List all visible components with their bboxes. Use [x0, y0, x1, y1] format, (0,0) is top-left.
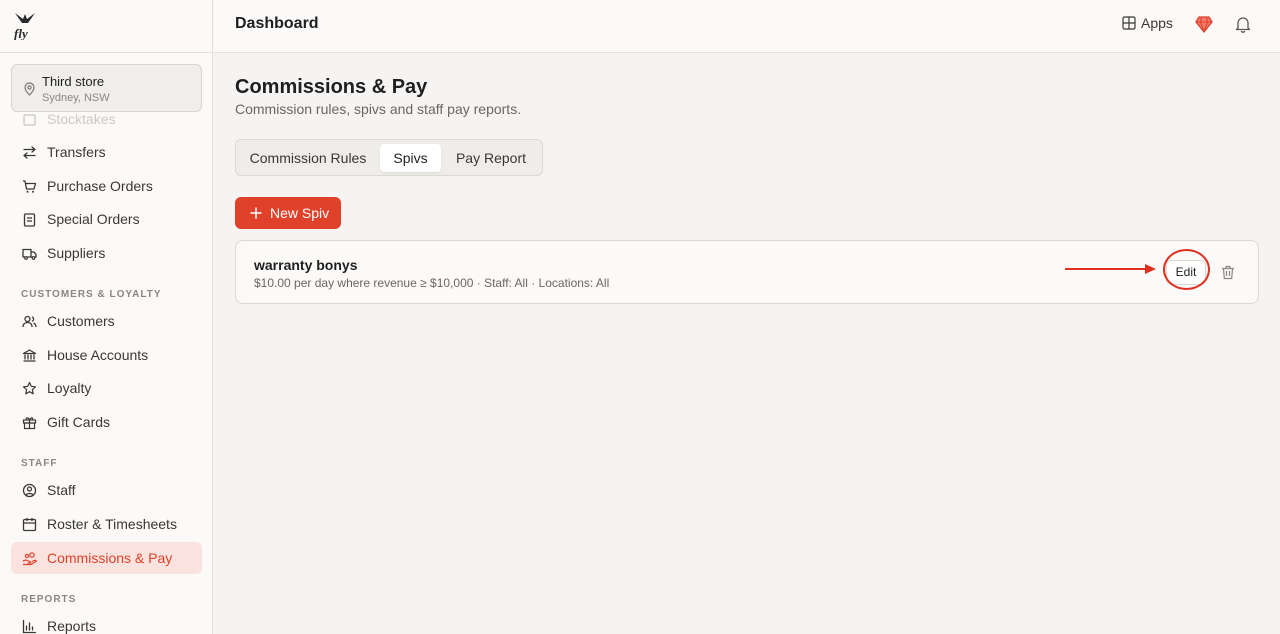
map-pin-icon: [24, 82, 35, 96]
star-icon: [22, 381, 37, 394]
users-icon: [22, 315, 37, 327]
sidebar-item-purchase-orders[interactable]: Purchase Orders: [11, 170, 202, 202]
bank-icon: [22, 348, 37, 362]
sidebar-item-label: Special Orders: [47, 211, 140, 227]
sidebar-item-label: Suppliers: [47, 245, 106, 261]
gem-icon[interactable]: [1195, 15, 1213, 33]
hand-coins-icon: [22, 551, 37, 565]
trash-icon[interactable]: [1221, 265, 1235, 280]
calendar-icon: [22, 517, 37, 531]
sidebar-item-special-orders[interactable]: Special Orders: [11, 203, 202, 235]
annotation-arrow: [1065, 264, 1156, 274]
sidebar-item-transfers[interactable]: Transfers: [11, 136, 202, 168]
clipboard-icon: [23, 212, 36, 227]
sidebar-item-loyalty[interactable]: Loyalty: [11, 372, 202, 404]
tab-bar: Commission Rules Spivs Pay Report: [235, 139, 543, 176]
section-label-staff: STAFF: [21, 458, 58, 469]
sidebar-item-house-accounts[interactable]: House Accounts: [11, 339, 202, 371]
topbar: Dashboard Apps: [214, 0, 1280, 53]
tab-pay-report[interactable]: Pay Report: [445, 144, 537, 172]
tab-commission-rules[interactable]: Commission Rules: [239, 144, 377, 172]
sidebar-item-label: Commissions & Pay: [47, 550, 173, 566]
apps-label: Apps: [1141, 15, 1173, 31]
svg-text:fly: fly: [14, 26, 28, 40]
apps-button[interactable]: Apps: [1122, 15, 1173, 31]
sidebar-item-label: Gift Cards: [47, 414, 111, 430]
spiv-name: warranty bonys: [254, 257, 358, 273]
section-label-reports: REPORTS: [21, 594, 77, 605]
sidebar-item-roster-timesheets[interactable]: Roster & Timesheets: [11, 508, 202, 540]
user-circle-icon: [22, 483, 37, 497]
main-content: Commissions & Pay Commission rules, spiv…: [214, 54, 1280, 634]
new-spiv-button[interactable]: New Spiv: [235, 197, 341, 229]
sidebar-item-label: Transfers: [47, 144, 106, 160]
edit-spiv-button[interactable]: Edit: [1166, 260, 1206, 285]
sidebar-item-label: Loyalty: [47, 380, 92, 396]
sidebar-item-label: Customers: [47, 313, 115, 329]
new-spiv-label: New Spiv: [270, 205, 330, 221]
transfer-arrows-icon: [23, 145, 36, 159]
section-label-customers: CUSTOMERS & LOYALTY: [21, 289, 162, 300]
topbar-title: Dashboard: [235, 15, 319, 32]
store-location: Sydney, NSW: [42, 92, 110, 104]
truck-icon: [22, 248, 37, 260]
plus-icon: [250, 207, 262, 219]
sidebar-item-reports[interactable]: Reports: [11, 610, 202, 634]
bar-chart-icon: [22, 619, 37, 633]
sidebar-item-label: Roster & Timesheets: [47, 516, 177, 532]
gift-icon: [22, 416, 37, 429]
sidebar-item-commissions-pay[interactable]: Commissions & Pay: [11, 542, 202, 574]
sidebar-item-label: Stocktakes: [47, 111, 116, 127]
sidebar-item-label: House Accounts: [47, 347, 149, 363]
sidebar-item-label: Reports: [47, 618, 97, 634]
tab-spivs[interactable]: Spivs: [380, 144, 441, 172]
cart-icon: [23, 179, 37, 193]
spiv-description: $10.00 per day where revenue ≥ $10,000 ·…: [254, 276, 610, 290]
spiv-card: warranty bonys $10.00 per day where reve…: [235, 240, 1259, 304]
store-name: Third store: [42, 74, 105, 89]
sidebar: fly Third store Sydney, NSW Stocktakes T…: [0, 0, 213, 634]
sidebar-item-suppliers[interactable]: Suppliers: [11, 237, 202, 269]
box-icon: [23, 113, 36, 126]
logo-area: fly: [0, 0, 212, 53]
page-title: Commissions & Pay: [235, 76, 428, 98]
grid-icon: [1122, 16, 1136, 30]
page-subtitle: Commission rules, spivs and staff pay re…: [235, 101, 522, 117]
sidebar-item-staff[interactable]: Staff: [11, 474, 202, 506]
bell-icon[interactable]: [1235, 15, 1251, 33]
fly-logo[interactable]: fly: [13, 10, 37, 40]
sidebar-item-label: Staff: [47, 482, 76, 498]
store-selector[interactable]: Third store Sydney, NSW: [11, 64, 202, 112]
sidebar-item-gift-cards[interactable]: Gift Cards: [11, 406, 202, 438]
sidebar-item-label: Purchase Orders: [47, 178, 153, 194]
sidebar-item-customers[interactable]: Customers: [11, 305, 202, 337]
